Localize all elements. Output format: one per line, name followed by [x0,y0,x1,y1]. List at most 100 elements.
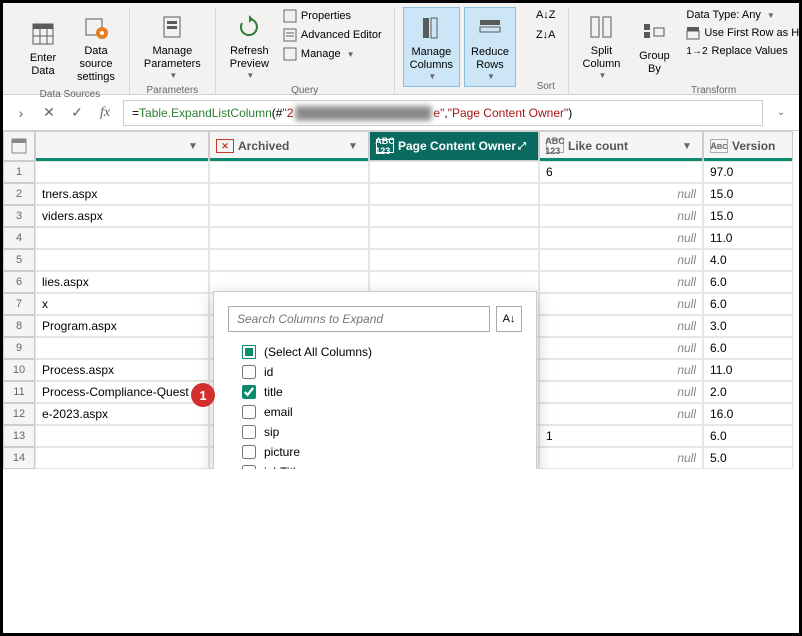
filter-dropdown-icon[interactable]: ▼ [348,141,362,152]
column-checkbox[interactable] [242,425,256,439]
cell[interactable]: Process.aspx [35,359,209,381]
column-option-email[interactable]: email [228,402,522,422]
cell[interactable]: 2.0 [703,381,793,403]
select-all-row[interactable]: (Select All Columns) [228,342,522,362]
table-row[interactable]: 4 null11.0 [3,227,799,249]
sort-columns-button[interactable]: A↓ [496,306,522,332]
group-by-button[interactable]: Group By [630,7,678,85]
data-source-settings-button[interactable]: Data source settings [71,7,121,89]
row-number[interactable]: 5 [3,249,35,271]
filter-dropdown-icon[interactable]: ▼ [188,141,202,152]
filter-dropdown-icon[interactable]: ▼ [682,141,696,152]
column-checkbox[interactable] [242,365,256,379]
cell[interactable] [369,183,539,205]
cell[interactable]: Process-Compliance-Quest [35,381,209,403]
row-number[interactable]: 11 [3,381,35,403]
sort-desc-button[interactable]: Z↓A [532,27,560,43]
cell[interactable]: viders.aspx [35,205,209,227]
cell[interactable]: 6 [539,161,703,183]
column-checkbox[interactable] [242,405,256,419]
row-number[interactable]: 12 [3,403,35,425]
cell[interactable]: 4.0 [703,249,793,271]
row-number[interactable]: 3 [3,205,35,227]
row-number[interactable]: 14 [3,447,35,469]
cell[interactable]: 97.0 [703,161,793,183]
cell[interactable] [209,161,369,183]
cell[interactable]: 6.0 [703,337,793,359]
cell[interactable]: null [539,315,703,337]
column-option-sip[interactable]: sip [228,422,522,442]
cell[interactable]: x [35,293,209,315]
cell[interactable] [209,227,369,249]
cell[interactable]: 3.0 [703,315,793,337]
column-option-picture[interactable]: picture [228,442,522,462]
cell[interactable] [369,227,539,249]
column-checkbox[interactable] [242,465,256,469]
row-number[interactable]: 10 [3,359,35,381]
table-row[interactable]: 2tners.aspxnull15.0 [3,183,799,205]
cell[interactable] [369,205,539,227]
search-columns-input[interactable] [228,306,490,332]
cell[interactable]: null [539,337,703,359]
cell[interactable]: lies.aspx [35,271,209,293]
cell[interactable] [35,249,209,271]
column-option-jobTitle[interactable]: jobTitle [228,462,522,469]
sort-asc-button[interactable]: A↓Z [532,7,560,23]
cell[interactable]: null [539,227,703,249]
cell[interactable]: null [539,205,703,227]
cell[interactable]: 1 [539,425,703,447]
table-row[interactable]: 5 null4.0 [3,249,799,271]
cell[interactable]: 11.0 [703,359,793,381]
cell[interactable]: null [539,447,703,469]
cell[interactable] [369,271,539,293]
formula-cancel-button[interactable]: ✕ [39,103,59,123]
split-column-button[interactable]: Split Column▼ [577,7,627,85]
column-header-page-content-owner[interactable]: ABC123Page Content Owner⤢ [369,131,539,161]
data-type-button[interactable]: Data Type: Any▼ [682,7,802,23]
table-row[interactable]: 3viders.aspx null15.0 [3,205,799,227]
table-icon-cell[interactable] [3,131,35,161]
row-number[interactable]: 4 [3,227,35,249]
cell[interactable]: 11.0 [703,227,793,249]
cell[interactable] [209,271,369,293]
cell[interactable]: null [539,183,703,205]
reduce-rows-button[interactable]: Reduce Rows▼ [464,7,516,87]
column-checkbox[interactable] [242,385,256,399]
cell[interactable] [369,161,539,183]
cell[interactable]: e-2023.aspx [35,403,209,425]
cell[interactable] [209,205,369,227]
cell[interactable]: tners.aspx [35,183,209,205]
cell[interactable] [369,249,539,271]
manage-parameters-button[interactable]: Manage Parameters▼ [138,7,207,85]
cell[interactable]: null [539,249,703,271]
refresh-preview-button[interactable]: Refresh Preview▼ [224,7,275,85]
row-number[interactable]: 7 [3,293,35,315]
manage-columns-button[interactable]: Manage Columns▼ [403,7,460,87]
column-header-version[interactable]: ABCVersion [703,131,793,161]
cell[interactable] [209,183,369,205]
row-number[interactable]: 8 [3,315,35,337]
cell[interactable] [35,161,209,183]
column-checkbox[interactable] [242,445,256,459]
column-header-archived[interactable]: ✕Archived▼ [209,131,369,161]
table-row[interactable]: 6lies.aspxnull6.0 [3,271,799,293]
advanced-editor-button[interactable]: Advanced Editor [279,26,386,44]
cell[interactable]: 15.0 [703,205,793,227]
tristate-checkbox[interactable] [242,345,256,359]
row-number[interactable]: 13 [3,425,35,447]
cell[interactable] [35,337,209,359]
cell[interactable]: 15.0 [703,183,793,205]
formula-input[interactable]: = Table.ExpandListColumn (# "2 █████████… [123,100,763,126]
replace-values-button[interactable]: 1→2Replace Values [682,43,802,59]
cell[interactable] [35,425,209,447]
cell[interactable]: 5.0 [703,447,793,469]
cell[interactable]: null [539,403,703,425]
cell[interactable]: Program.aspx [35,315,209,337]
cell[interactable]: null [539,293,703,315]
column-header-like-count[interactable]: ABC123Like count▼ [539,131,703,161]
expand-icon[interactable]: ⤢ [518,141,532,152]
enter-data-button[interactable]: Enter Data [19,7,67,89]
cell[interactable]: null [539,359,703,381]
formula-accept-button[interactable]: ✓ [67,103,87,123]
first-row-headers-button[interactable]: Use First Row as Headers▼ [682,24,802,42]
